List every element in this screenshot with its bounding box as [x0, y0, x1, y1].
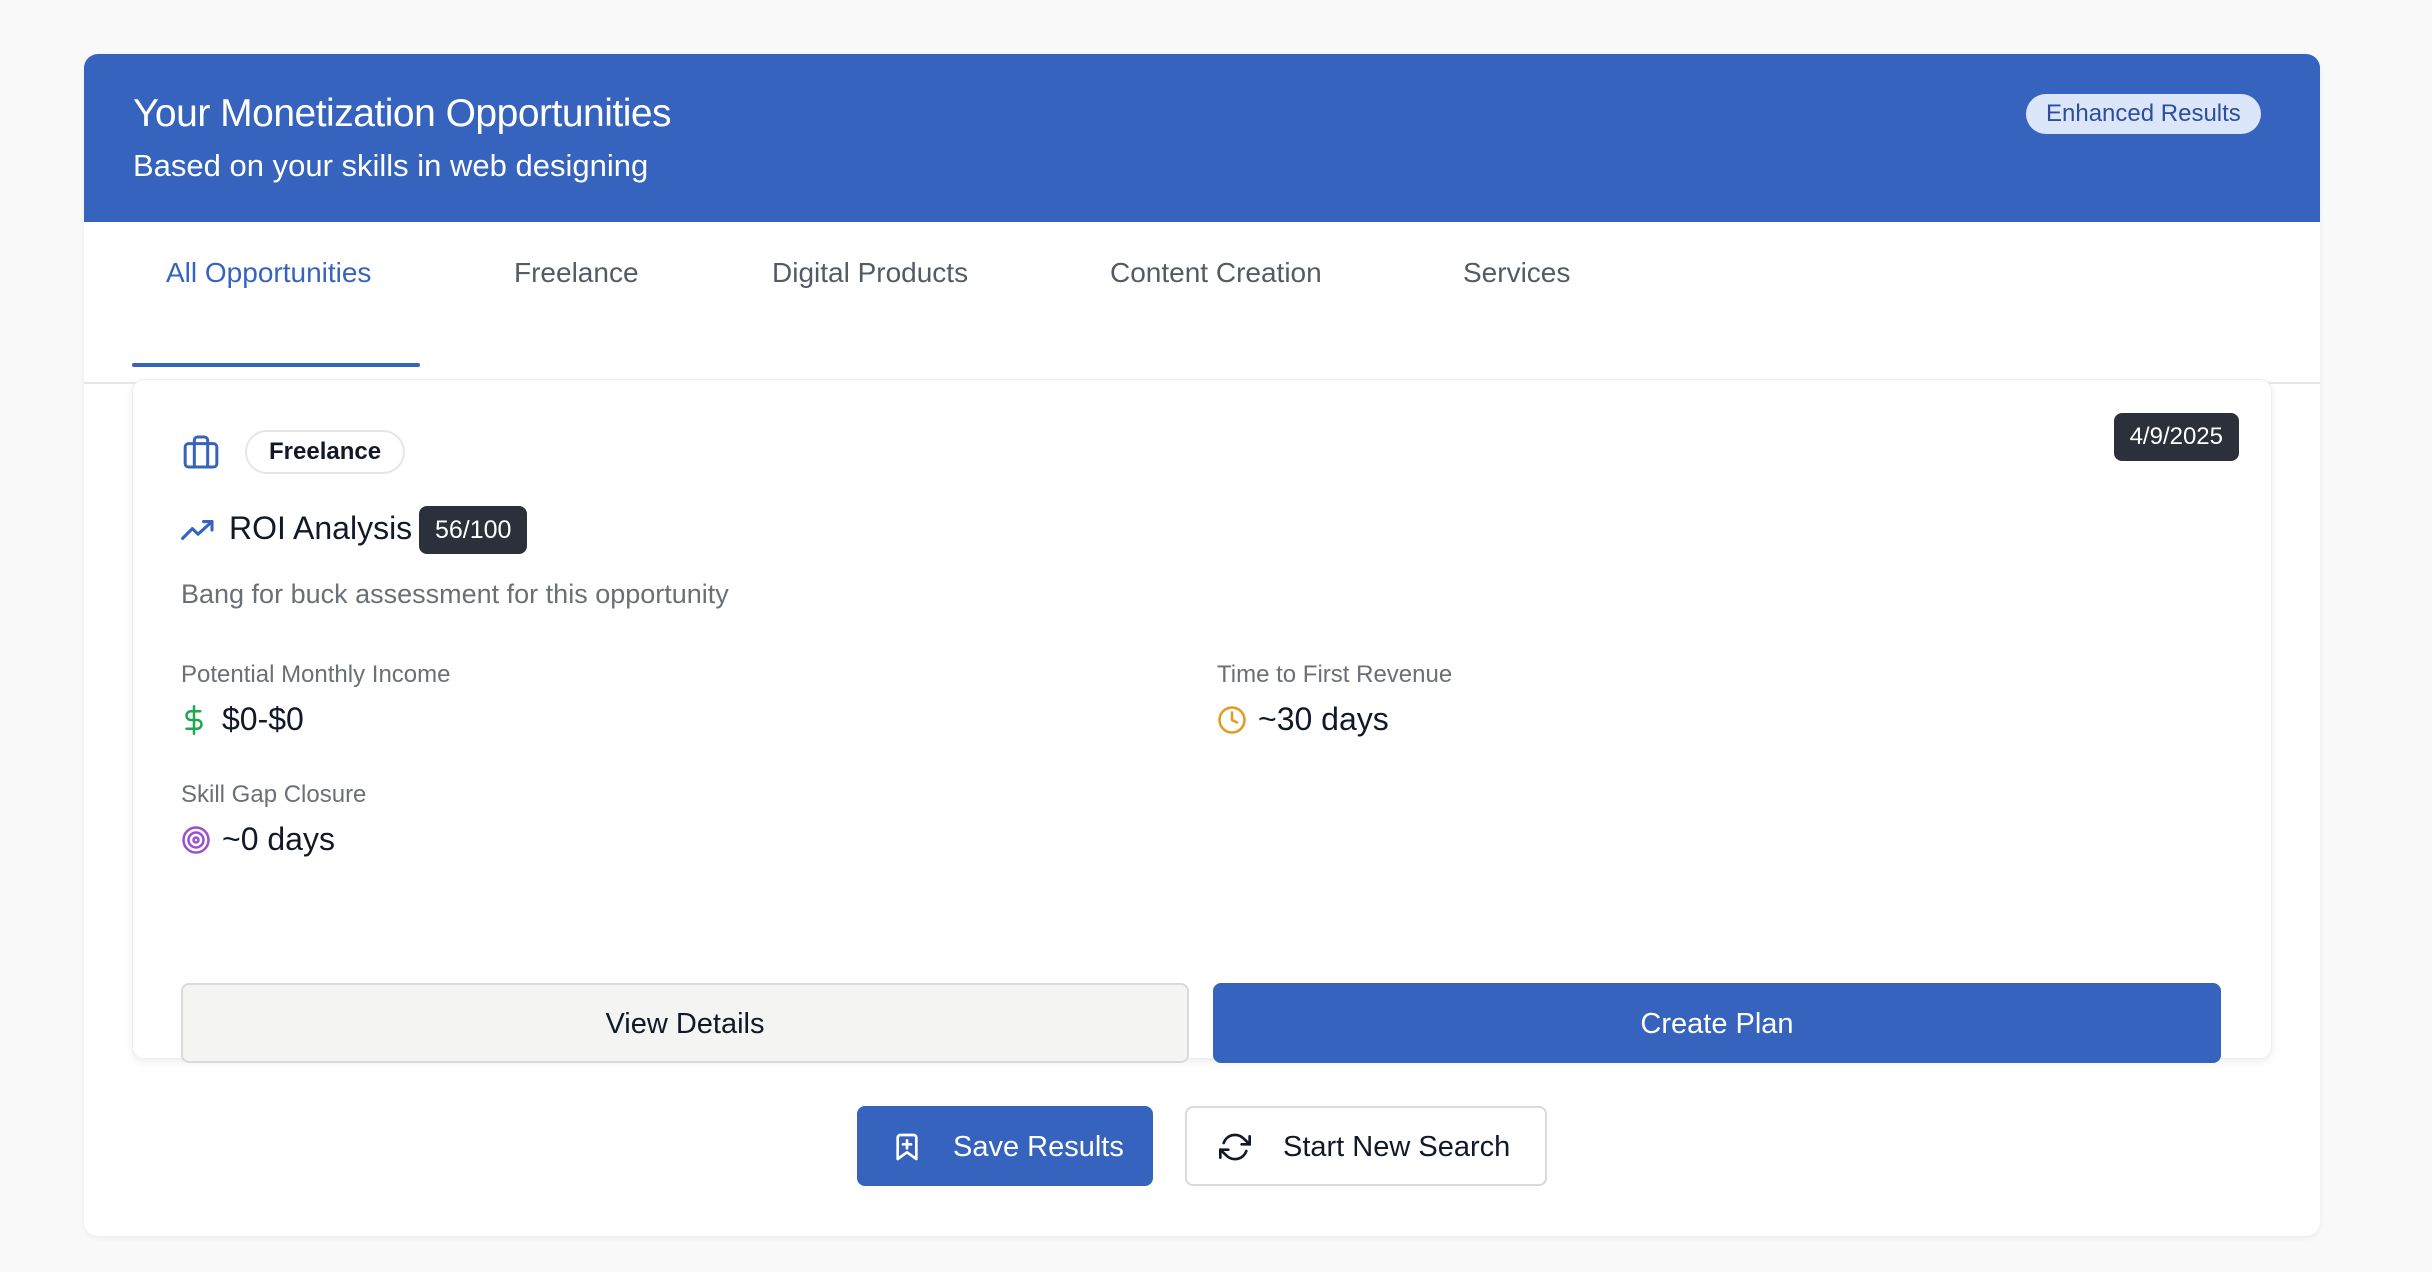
start-new-search-label: Start New Search	[1283, 1131, 1511, 1163]
income-label: Potential Monthly Income	[181, 661, 451, 688]
time-value: ~30 days	[1258, 701, 1389, 737]
bookmark-plus-icon	[896, 1133, 918, 1161]
skill-value: ~0 days	[222, 821, 335, 857]
target-icon	[182, 826, 210, 854]
page-subtitle: Based on your skills in web designing	[133, 148, 649, 183]
results-panel: Your Monetization Opportunities Based on…	[84, 54, 2320, 1236]
date-badge: 4/9/2025	[2113, 413, 2239, 461]
category-chip: Freelance	[245, 430, 406, 474]
active-tab-indicator	[132, 363, 420, 367]
clock-icon	[1218, 706, 1246, 734]
opportunity-card: Freelance 4/9/2025 ROI Analysis 56/100 B…	[132, 379, 2272, 1063]
tab-services[interactable]: Services	[1463, 222, 1570, 318]
results-header: Your Monetization Opportunities Based on…	[84, 54, 2320, 222]
tab-content-creation[interactable]: Content Creation	[1110, 222, 1322, 318]
create-plan-button[interactable]: Create Plan	[1213, 983, 2221, 1063]
roi-title: ROI Analysis	[229, 510, 413, 546]
view-details-button[interactable]: View Details	[181, 983, 1189, 1063]
time-label: Time to First Revenue	[1217, 661, 1453, 688]
refresh-icon	[1219, 1133, 1251, 1161]
dollar-icon	[185, 705, 203, 735]
save-results-button[interactable]: Save Results	[857, 1106, 1153, 1186]
roi-description: Bang for buck assessment for this opport…	[181, 579, 729, 609]
start-new-search-button[interactable]: Start New Search	[1185, 1106, 1547, 1186]
save-results-label: Save Results	[953, 1131, 1124, 1163]
enhanced-results-badge: Enhanced Results	[2026, 94, 2261, 134]
trending-up-icon	[181, 520, 214, 540]
tab-all-opportunities[interactable]: All Opportunities	[166, 222, 371, 318]
income-value: $0-$0	[222, 701, 304, 737]
skill-label: Skill Gap Closure	[181, 781, 367, 808]
tab-freelance[interactable]: Freelance	[514, 222, 639, 318]
roi-score-badge: 56/100	[419, 506, 528, 554]
category-tabs: All Opportunities Freelance Digital Prod…	[84, 222, 2320, 384]
tab-digital-products[interactable]: Digital Products	[772, 222, 968, 318]
page-title: Your Monetization Opportunities	[133, 92, 672, 135]
briefcase-icon	[183, 435, 219, 469]
